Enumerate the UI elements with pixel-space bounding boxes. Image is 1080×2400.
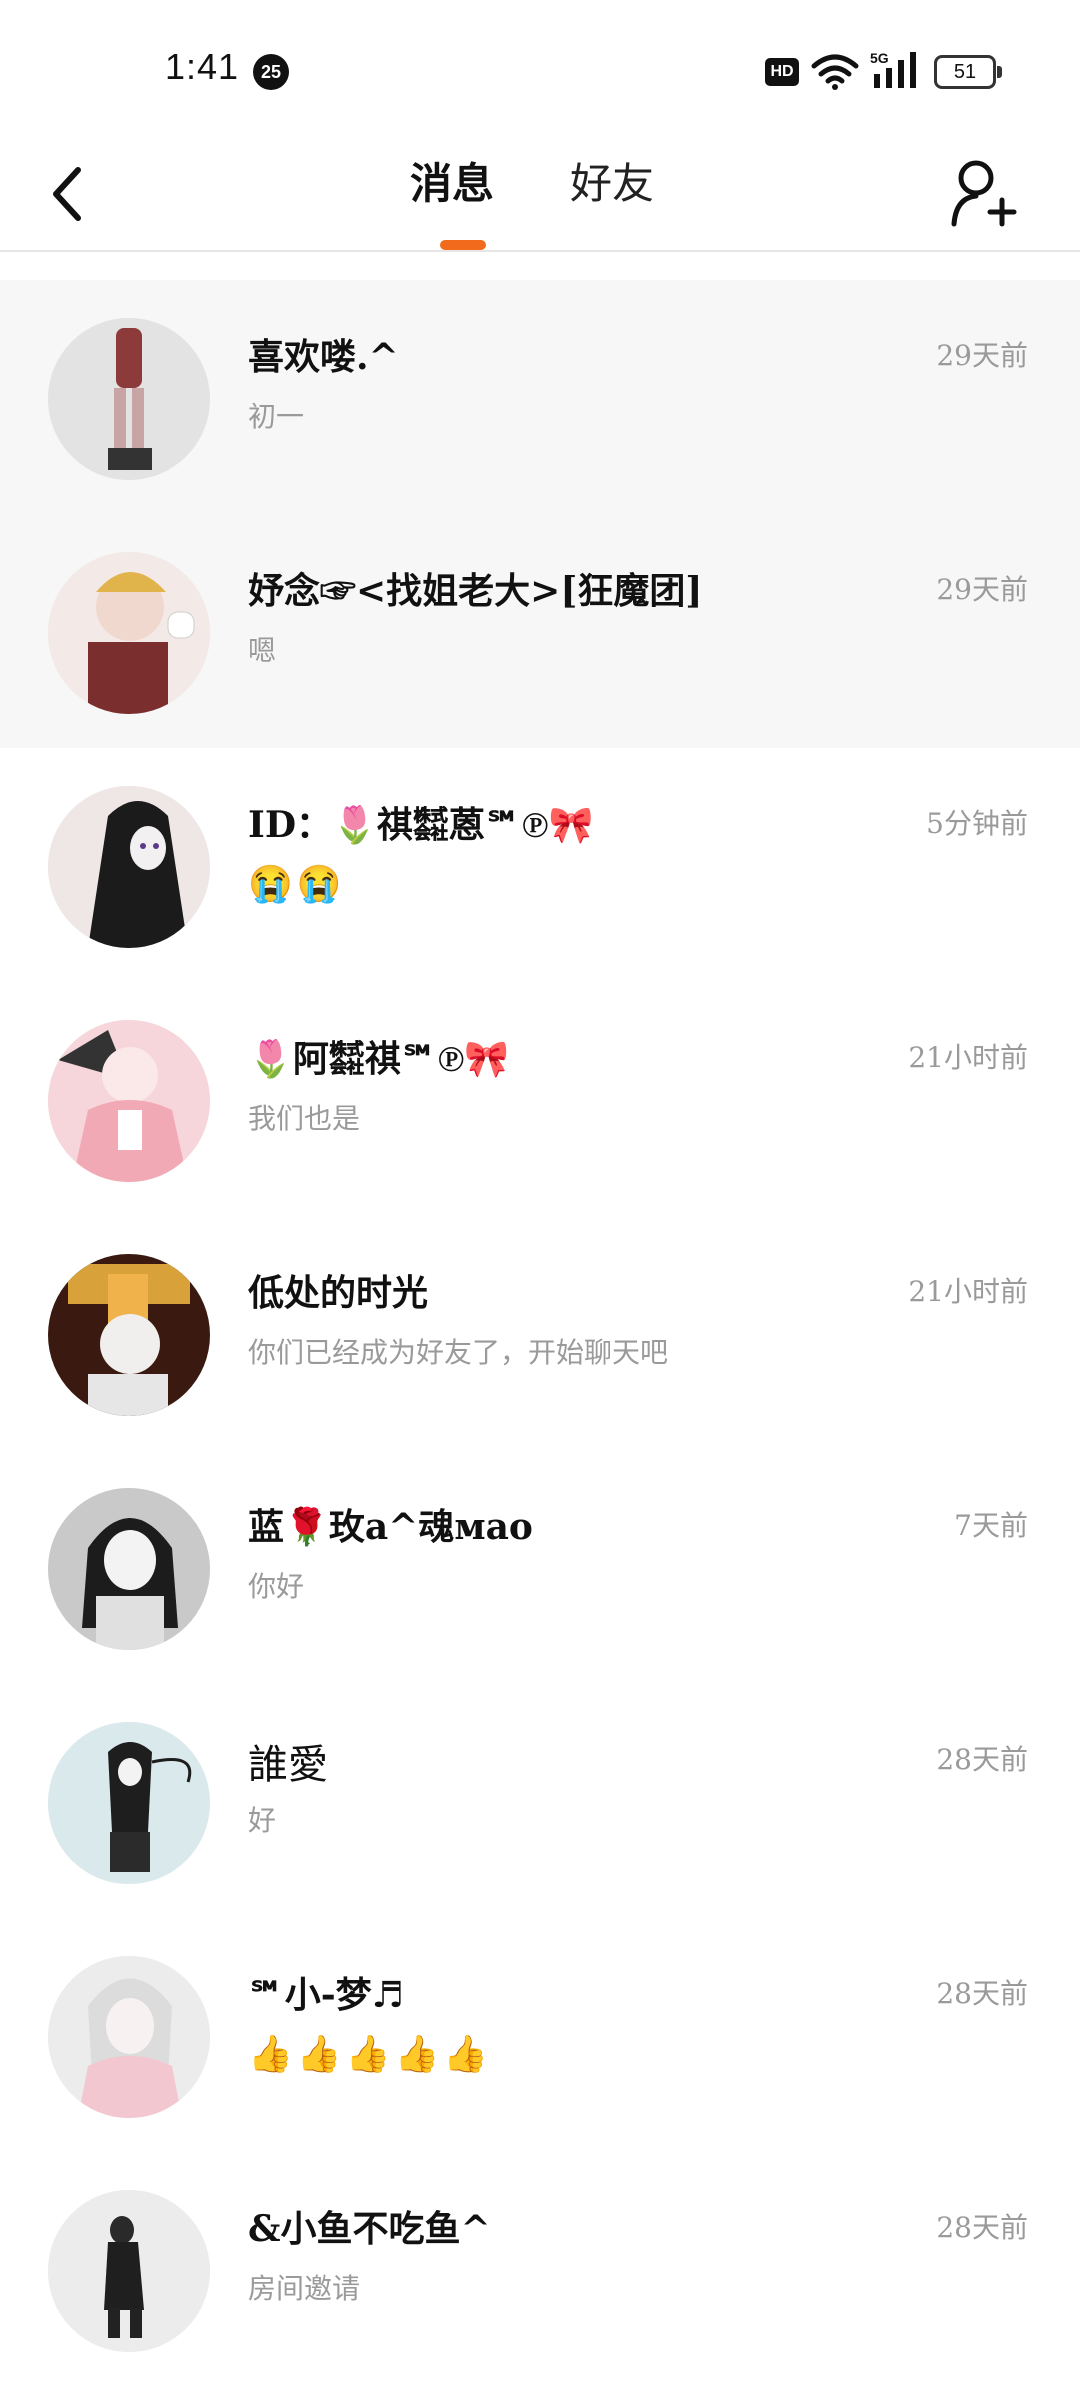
conversation-item[interactable]: 妤念☞<找姐老大>[狂魔团] 嗯 29天前 (0, 514, 1080, 748)
status-time: 1:41 (165, 46, 240, 87)
battery-icon: 51 (934, 55, 1002, 89)
avatar[interactable] (48, 1488, 210, 1650)
conversation-preview: 你好 (248, 1570, 305, 1603)
conversation-name: 🌷阿㍿祺℠℗🎀 (248, 1038, 510, 1080)
conversation-preview: 初一 (248, 400, 305, 433)
conversation-preview: 👍👍👍👍👍 (248, 2034, 493, 2075)
conversation-name: ℠小-梦♬ (248, 1974, 404, 2016)
conversation-time: 5分钟前 (926, 807, 1028, 840)
conversation-item[interactable]: ID：🌷祺㍿蒽℠℗🎀 😭😭 5分钟前 (0, 748, 1080, 982)
hd-voice-icon: HD (765, 58, 799, 86)
avatar[interactable] (48, 1020, 210, 1182)
avatar[interactable] (48, 1254, 210, 1416)
notification-count-badge: 25 (253, 54, 289, 90)
conversation-name: 蓝🌹玫a^魂мao (248, 1506, 533, 1548)
conversation-name: 妤念☞<找姐老大>[狂魔团] (248, 570, 703, 612)
conversation-item[interactable]: ℠小-梦♬ 👍👍👍👍👍 28天前 (0, 1918, 1080, 2152)
cellular-signal-icon: 5G (870, 50, 916, 88)
avatar[interactable] (48, 1722, 210, 1884)
tab-messages[interactable]: 消息 (410, 150, 530, 211)
conversation-preview: 我们也是 (248, 1102, 361, 1135)
conversation-name: 低处的时光 (248, 1272, 429, 1314)
avatar[interactable] (48, 1956, 210, 2118)
conversation-name: ID：🌷祺㍿蒽℠℗🎀 (248, 804, 594, 846)
conversation-time: 21小时前 (908, 1041, 1028, 1074)
conversation-time: 29天前 (936, 339, 1028, 372)
conversation-name: 喜欢喽.^ (248, 336, 399, 378)
conversation-time: 28天前 (936, 1977, 1028, 2010)
avatar[interactable] (48, 786, 210, 948)
network-type-label: 5G (870, 50, 889, 66)
conversation-preview: 嗯 (248, 634, 277, 667)
conversation-item[interactable]: 誰愛 好 28天前 (0, 1684, 1080, 1918)
avatar[interactable] (48, 318, 210, 480)
conversation-item[interactable]: 蓝🌹玫a^魂мao 你好 7天前 (0, 1450, 1080, 1684)
conversation-preview: 😭😭 (248, 864, 346, 905)
back-arrow-icon[interactable] (40, 148, 100, 228)
tab-friends[interactable]: 好友 (570, 150, 690, 211)
conversation-item[interactable]: &小鱼不吃鱼^ 房间邀请 28天前 (0, 2152, 1080, 2386)
conversation-item[interactable]: 低处的时光 你们已经成为好友了，开始聊天吧 21小时前 (0, 1216, 1080, 1450)
conversation-preview: 你们已经成为好友了，开始聊天吧 (248, 1336, 669, 1369)
conversation-list: 喜欢喽.^ 初一 29天前 妤念☞<找姐老大>[狂魔团] 嗯 29天前 ID：🌷… (0, 280, 1080, 2386)
top-nav-bar: 消息 好友 (0, 130, 1080, 252)
conversation-time: 21小时前 (908, 1275, 1028, 1308)
conversation-time: 28天前 (936, 2211, 1028, 2244)
battery-level: 51 (953, 61, 977, 83)
status-bar: 1:41 25 HD 5G 51 (0, 0, 1080, 130)
conversation-name: &小鱼不吃鱼^ (248, 2208, 491, 2250)
avatar[interactable] (48, 552, 210, 714)
conversation-preview: 好 (248, 1804, 277, 1837)
avatar[interactable] (48, 2190, 210, 2352)
conversation-name: 誰愛 (248, 1743, 328, 1787)
conversation-time: 28天前 (936, 1743, 1028, 1776)
conversation-time: 7天前 (954, 1509, 1028, 1542)
conversation-item[interactable]: 🌷阿㍿祺℠℗🎀 我们也是 21小时前 (0, 982, 1080, 1216)
conversation-item[interactable]: 喜欢喽.^ 初一 29天前 (0, 280, 1080, 514)
conversation-preview: 房间邀请 (248, 2272, 361, 2305)
conversation-time: 29天前 (936, 573, 1028, 606)
wifi-icon (811, 54, 859, 90)
add-friend-icon[interactable] (948, 150, 1018, 230)
active-tab-indicator (440, 240, 486, 250)
